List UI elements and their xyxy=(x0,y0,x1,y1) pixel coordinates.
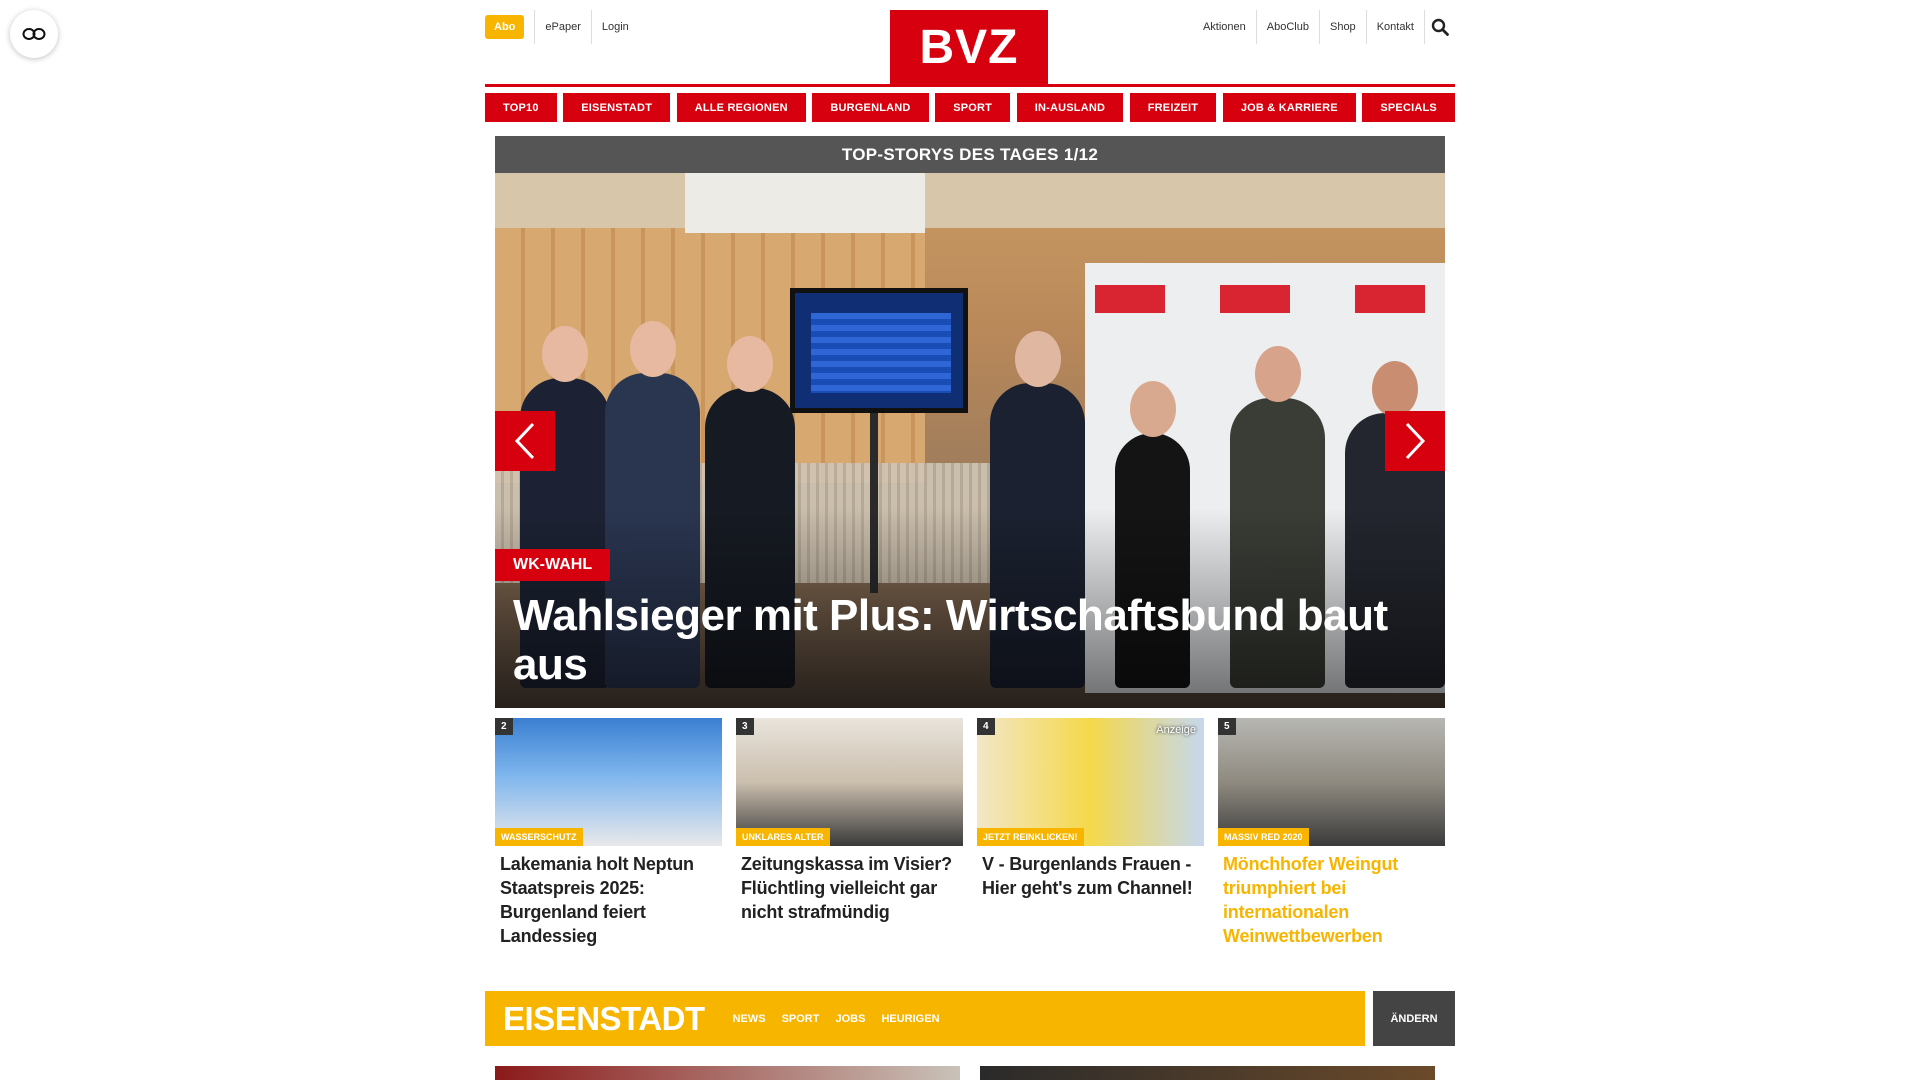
hero-title[interactable]: Wahlsieger mit Plus: Wirtschaftsbund bau… xyxy=(513,591,1438,689)
aboclub-link[interactable]: AboClub xyxy=(1257,10,1319,44)
main-navigation: TOP10 EISENSTADT ALLE REGIONEN BURGENLAN… xyxy=(485,93,1455,122)
section-header-eisenstadt: EISENSTADT NEWS SPORT JOBS HEURIGEN ÄNDE… xyxy=(485,991,1455,1046)
nav-item-eisenstadt[interactable]: EISENSTADT xyxy=(563,93,671,122)
section-title[interactable]: EISENSTADT xyxy=(485,1000,705,1038)
teaser-card[interactable]: 2 WASSERSCHUTZ Lakemania holt Neptun Sta… xyxy=(495,718,722,948)
teaser-tag: WASSERSCHUTZ xyxy=(495,828,583,846)
header-right-links: Aktionen AboClub Shop Kontakt xyxy=(1193,10,1455,44)
abo-button[interactable]: Abo xyxy=(485,15,525,39)
nav-item-top10[interactable]: TOP10 xyxy=(485,93,557,122)
section-bar: EISENSTADT NEWS SPORT JOBS HEURIGEN xyxy=(485,991,1365,1046)
hero-story[interactable]: WK-WAHL Wahlsieger mit Plus: Wirtschafts… xyxy=(495,173,1445,708)
bvz-logo[interactable]: BVZ xyxy=(890,10,1048,84)
carousel-prev-button[interactable] xyxy=(495,411,555,471)
article-image[interactable] xyxy=(980,1066,1435,1080)
teaser-number: 3 xyxy=(736,718,754,735)
article-image[interactable] xyxy=(495,1066,960,1080)
search-button[interactable] xyxy=(1425,10,1455,44)
nav-item-specials[interactable]: SPECIALS xyxy=(1362,93,1455,122)
page-container: Abo ePaper Login BVZ Aktionen AboClub Sh… xyxy=(485,0,1455,1080)
header-left-links: Abo ePaper Login xyxy=(485,10,639,44)
teaser-image: 3 UNKLARES ALTER xyxy=(736,718,963,846)
teaser-title[interactable]: Zeitungskassa im Visier? Flüchtling viel… xyxy=(736,846,963,924)
header: Abo ePaper Login BVZ Aktionen AboClub Sh… xyxy=(485,0,1455,84)
hero-kicker: WK-WAHL xyxy=(495,549,611,581)
teaser-image: 5 MASSIV RED 2020 xyxy=(1218,718,1445,846)
header-divider xyxy=(485,84,1455,87)
teaser-tag: UNKLARES ALTER xyxy=(736,828,830,846)
section-link-heurigen[interactable]: HEURIGEN xyxy=(881,1013,939,1025)
nav-item-burgenland[interactable]: BURGENLAND xyxy=(812,93,929,122)
chevron-left-icon xyxy=(514,422,535,460)
banner-logo xyxy=(1220,285,1290,313)
teaser-title[interactable]: V - Burgenlands Frauen - Hier geht's zum… xyxy=(977,846,1204,900)
epaper-link[interactable]: ePaper xyxy=(535,10,590,44)
search-icon xyxy=(1431,18,1449,36)
teaser-tag: MASSIV RED 2020 xyxy=(1218,828,1309,846)
hero-image-ceiling xyxy=(495,173,1445,228)
teaser-image: 4 Anzeige JETZT REINKLICKEN! xyxy=(977,718,1204,846)
nav-item-in-ausland[interactable]: IN-AUSLAND xyxy=(1016,93,1124,122)
banner-logo xyxy=(1355,285,1425,313)
teaser-number: 5 xyxy=(1218,718,1236,735)
glasses-icon xyxy=(22,28,46,40)
hero-image-projection xyxy=(685,173,925,233)
teaser-tag: JETZT REINKLICKEN! xyxy=(977,828,1084,846)
accessibility-button[interactable] xyxy=(10,10,58,58)
teaser-list: 2 WASSERSCHUTZ Lakemania holt Neptun Sta… xyxy=(495,718,1445,948)
chevron-right-icon xyxy=(1405,422,1426,460)
teaser-title[interactable]: Mönchhofer Weingut triumphiert bei inter… xyxy=(1218,846,1445,948)
section-link-jobs[interactable]: JOBS xyxy=(835,1013,865,1025)
teaser-card[interactable]: 5 MASSIV RED 2020 Mönchhofer Weingut tri… xyxy=(1218,718,1445,948)
teaser-title[interactable]: Lakemania holt Neptun Staatspreis 2025: … xyxy=(495,846,722,948)
shop-link[interactable]: Shop xyxy=(1320,10,1366,44)
teaser-image: 2 WASSERSCHUTZ xyxy=(495,718,722,846)
teaser-card[interactable]: 4 Anzeige JETZT REINKLICKEN! V - Burgenl… xyxy=(977,718,1204,948)
section-link-news[interactable]: NEWS xyxy=(733,1013,766,1025)
nav-item-alle-regionen[interactable]: ALLE REGIONEN xyxy=(676,93,806,122)
teaser-card[interactable]: 3 UNKLARES ALTER Zeitungskassa im Visier… xyxy=(736,718,963,948)
kontakt-link[interactable]: Kontakt xyxy=(1367,10,1424,44)
banner-logo xyxy=(1095,285,1165,313)
section-link-sport[interactable]: SPORT xyxy=(782,1013,820,1025)
nav-item-freizeit[interactable]: FREIZEIT xyxy=(1129,93,1217,122)
teaser-number: 4 xyxy=(977,718,995,735)
teaser-number: 2 xyxy=(495,718,513,735)
login-link[interactable]: Login xyxy=(592,10,639,44)
nav-item-sport[interactable]: SPORT xyxy=(935,93,1011,122)
top-stories: TOP-STORYS DES TAGES 1/12 WK-WAHL Wahlsi… xyxy=(495,136,1445,948)
top-stories-heading: TOP-STORYS DES TAGES 1/12 xyxy=(495,136,1445,173)
ad-badge: Anzeige xyxy=(1156,724,1196,736)
carousel-next-button[interactable] xyxy=(1385,411,1445,471)
nav-item-job-karriere[interactable]: JOB & KARRIERE xyxy=(1222,93,1356,122)
change-region-button[interactable]: ÄNDERN xyxy=(1373,991,1455,1046)
hero-image-monitor xyxy=(790,288,968,413)
aktionen-link[interactable]: Aktionen xyxy=(1193,10,1256,44)
